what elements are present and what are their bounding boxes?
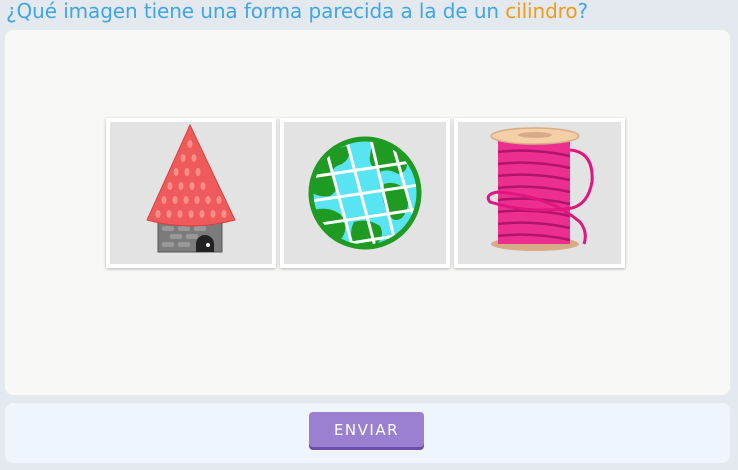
question-suffix: ? xyxy=(577,0,589,23)
option-card-1[interactable] xyxy=(106,118,276,268)
globe-icon xyxy=(308,136,422,250)
cone-roof-house-icon xyxy=(146,123,236,253)
submit-button[interactable]: ENVIAR xyxy=(309,412,424,447)
option-card-3[interactable] xyxy=(454,118,625,268)
footer-bar: ENVIAR xyxy=(5,403,730,463)
option-card-2[interactable] xyxy=(280,118,450,268)
question-highlight: cilindro xyxy=(505,0,578,23)
question-text: ¿Qué imagen tiene una forma parecida a l… xyxy=(6,0,588,23)
option-image-3 xyxy=(458,122,621,264)
option-image-2 xyxy=(284,122,446,264)
thread-spool-icon xyxy=(486,127,594,251)
answer-options xyxy=(106,118,625,268)
question-prefix: ¿Qué imagen tiene una forma parecida a l… xyxy=(6,0,506,23)
option-image-1 xyxy=(110,122,272,264)
